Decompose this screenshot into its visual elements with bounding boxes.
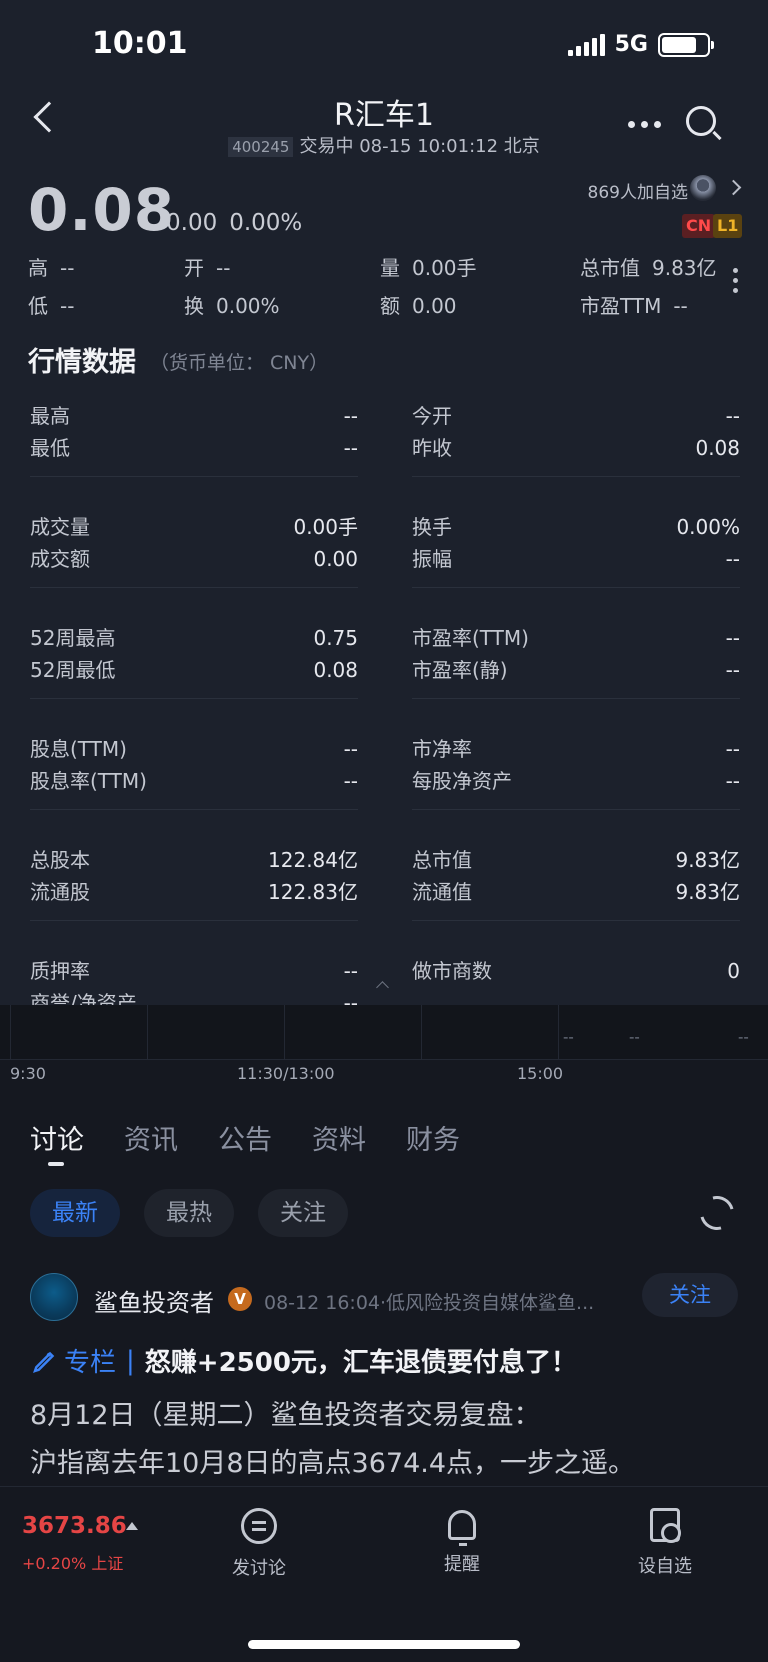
data-row: 股息(TTM) -- bbox=[30, 737, 358, 761]
market-data-grid: 最高 -- 最低 -- 今开 -- 昨收 0.08 成交量 0.00手 成交额 0.00 换… bbox=[30, 400, 740, 1065]
data-row: 总股本 122.84亿 bbox=[30, 848, 358, 872]
trade-status-line: 400245 交易中 08-15 10:01:12 北京 bbox=[0, 132, 768, 158]
post-author[interactable]: 鲨鱼投资者 bbox=[94, 1283, 214, 1318]
index-change[interactable]: +0.20% 上证 bbox=[22, 1550, 123, 1574]
tab-profile[interactable]: 资料 bbox=[312, 1118, 366, 1157]
chart-placeholder: -- bbox=[738, 1028, 749, 1046]
quote-low: 低 -- bbox=[28, 294, 75, 318]
pen-icon bbox=[33, 1351, 55, 1373]
post-discussion-button[interactable]: 发讨论 bbox=[204, 1508, 314, 1580]
post-body-line: 沪指离去年10月8日的高点3674.4点，一步之遥。 bbox=[30, 1448, 636, 1479]
quote-amount: 额 0.00 bbox=[380, 294, 457, 318]
data-row: 总市值 9.83亿 bbox=[412, 848, 740, 872]
add-watchlist-button[interactable]: 设自选 bbox=[610, 1508, 720, 1578]
data-row: 每股净资产 -- bbox=[412, 769, 740, 793]
time-label-open: 9:30 bbox=[10, 1064, 46, 1083]
data-row: 市净率 -- bbox=[412, 737, 740, 761]
quote-market-cap: 总市值 9.83亿 bbox=[580, 256, 717, 280]
data-row: 今开 -- bbox=[412, 404, 740, 428]
data-row: 成交量 0.00手 bbox=[30, 515, 358, 539]
up-arrow-icon bbox=[126, 1522, 138, 1530]
filter-hot[interactable]: 最热 bbox=[144, 1189, 234, 1237]
quote-high: 高 -- bbox=[28, 256, 75, 280]
status-time: 10:01 bbox=[92, 26, 188, 61]
intraday-mini-chart[interactable] bbox=[0, 1005, 768, 1060]
alert-button[interactable]: 提醒 bbox=[407, 1508, 517, 1576]
tab-financials[interactable]: 财务 bbox=[406, 1118, 460, 1157]
data-row: 市盈率(TTM) -- bbox=[412, 626, 740, 650]
data-row: 流通股 122.83亿 bbox=[30, 880, 358, 904]
filter-following[interactable]: 关注 bbox=[258, 1189, 348, 1237]
chart-placeholder: -- bbox=[563, 1028, 574, 1046]
data-row: 做市商数 0 bbox=[412, 959, 740, 983]
currency-unit: （货币单位： CNY） bbox=[150, 352, 329, 374]
data-group: 最高 -- 最低 -- 今开 -- 昨收 0.08 bbox=[30, 400, 740, 489]
tab-announcements[interactable]: 公告 bbox=[218, 1118, 272, 1157]
price-change: 0.00 0.00% bbox=[166, 210, 302, 236]
data-row: 成交额 0.00 bbox=[30, 547, 358, 571]
stock-code: 400245 bbox=[228, 137, 294, 157]
user-avatar[interactable] bbox=[690, 175, 716, 201]
verified-icon: V bbox=[228, 1287, 252, 1311]
watchlist-icon bbox=[650, 1508, 681, 1543]
data-group: 52周最高 0.75 52周最低 0.08 市盈率(TTM) -- 市盈率(静) -- bbox=[30, 622, 740, 711]
author-avatar[interactable] bbox=[30, 1273, 78, 1321]
change-amount: 0.00 bbox=[166, 210, 218, 236]
home-indicator[interactable] bbox=[248, 1640, 520, 1649]
market-badge-cn: CN bbox=[682, 214, 716, 238]
more-icon[interactable] bbox=[628, 121, 661, 128]
data-row: 流通值 9.83亿 bbox=[412, 880, 740, 904]
data-group: 成交量 0.00手 成交额 0.00 换手 0.00% 振幅 -- bbox=[30, 511, 740, 600]
current-price: 0.08 bbox=[28, 176, 176, 244]
data-row: 股息率(TTM) -- bbox=[30, 769, 358, 793]
trade-status: 交易中 08-15 10:01:12 北京 bbox=[299, 136, 540, 157]
post-title-text: 怒赚+2500元，汇车退债要付息了！ bbox=[144, 1348, 577, 1378]
refresh-icon[interactable] bbox=[693, 1189, 741, 1237]
quote-pe-ttm: 市盈TTM -- bbox=[580, 294, 688, 318]
search-icon[interactable] bbox=[686, 106, 716, 136]
quote-open: 开 -- bbox=[184, 256, 231, 280]
content-tabs: 讨论 资讯 公告 资料 财务 bbox=[30, 1118, 500, 1157]
tab-discussion[interactable]: 讨论 bbox=[30, 1118, 84, 1157]
post-body[interactable]: 8月12日（星期二）鲨鱼投资者交易复盘： 沪指离去年10月8日的高点3674.4… bbox=[30, 1392, 750, 1488]
data-row: 昨收 0.08 bbox=[412, 436, 740, 460]
active-tab-indicator bbox=[48, 1162, 64, 1166]
time-label-close: 15:00 bbox=[517, 1064, 564, 1083]
feed-filters: 最新 最热 关注 bbox=[30, 1189, 348, 1237]
network-type: 5G bbox=[614, 32, 648, 57]
post-body-line: 8月12日（星期二）鲨鱼投资者交易复盘： bbox=[30, 1400, 541, 1431]
watchlist-count[interactable]: 869人加自选 bbox=[588, 178, 688, 203]
status-icons: 5G bbox=[567, 32, 714, 57]
change-percent: 0.00% bbox=[229, 210, 303, 236]
battery-icon bbox=[658, 32, 714, 57]
column-tag: 专栏 bbox=[64, 1348, 117, 1378]
post-title[interactable]: 专栏 | 怒赚+2500元，汇车退债要付息了！ bbox=[30, 1342, 577, 1379]
bell-icon bbox=[448, 1510, 476, 1546]
level-badge-l1: L1 bbox=[713, 214, 743, 238]
title-separator: | bbox=[126, 1345, 135, 1376]
post-meta: 08-12 16:04·低风险投资自媒体鲨鱼... bbox=[264, 1292, 595, 1314]
signal-icon bbox=[567, 33, 605, 56]
quote-turnover: 换 0.00% bbox=[184, 294, 280, 318]
data-row: 52周最低 0.08 bbox=[30, 658, 358, 682]
index-value[interactable]: 3673.86 bbox=[22, 1513, 127, 1539]
data-group: 总股本 122.84亿 流通股 122.83亿 总市值 9.83亿 流通值 9.83亿 bbox=[30, 844, 740, 933]
data-row: 最高 -- bbox=[30, 404, 358, 428]
chat-icon bbox=[241, 1508, 277, 1544]
data-row: 质押率 -- bbox=[30, 959, 358, 983]
time-label-midday: 11:30/13:00 bbox=[237, 1064, 335, 1083]
data-row: 换手 0.00% bbox=[412, 515, 740, 539]
quote-volume: 量 0.00手 bbox=[380, 256, 477, 280]
data-row: 52周最高 0.75 bbox=[30, 626, 358, 650]
chart-placeholder: -- bbox=[629, 1028, 640, 1046]
data-row: 最低 -- bbox=[30, 436, 358, 460]
data-group: 股息(TTM) -- 股息率(TTM) -- 市净率 -- 每股净资产 -- bbox=[30, 733, 740, 822]
data-row: 市盈率(静) -- bbox=[412, 658, 740, 682]
data-row: 振幅 -- bbox=[412, 547, 740, 571]
follow-button[interactable]: 关注 bbox=[642, 1273, 738, 1317]
filter-latest[interactable]: 最新 bbox=[30, 1189, 120, 1237]
kebab-menu-icon[interactable] bbox=[733, 268, 738, 293]
tab-news[interactable]: 资讯 bbox=[124, 1118, 178, 1157]
market-data-title: 行情数据 bbox=[28, 347, 136, 378]
